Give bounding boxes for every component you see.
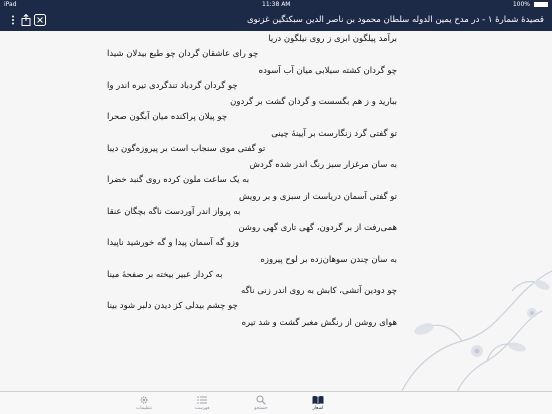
- verse[interactable]: هوای روشن از رنگش مغبر گشت و شد تیره: [97, 315, 397, 347]
- first-hemistich: ببارید و ز هم بگسست و گردان گشت بر گردون: [230, 97, 397, 107]
- tab-label: فهرست: [194, 405, 210, 411]
- gear-icon: [140, 396, 148, 403]
- close-icon: [34, 14, 46, 26]
- second-hemistich: به پرواز اندر آوردست ناگه بچگان عنقا: [107, 206, 241, 217]
- second-hemistich: چو چشم بیدلی کز دیدن دلبر شود بینا: [107, 301, 238, 311]
- carrier-label: iPad: [4, 1, 17, 8]
- status-bar: iPad 11:38 AM 100%: [0, 0, 552, 9]
- tab-label: تنظیمات: [136, 405, 152, 411]
- verse[interactable]: همی‌رفت از بر گردون، گهی تاری گهی روشن وز…: [97, 220, 397, 252]
- first-hemistich: تو گفتی گرد زنگارست بر آیینهٔ چینی: [271, 128, 397, 139]
- tab-settings[interactable]: تنظیمات: [124, 392, 164, 414]
- tab-label: جستجو: [254, 405, 268, 411]
- share-button[interactable]: [19, 13, 33, 27]
- time-label: 11:38 AM: [262, 1, 291, 8]
- verse[interactable]: به سان مرغزار سبز رنگ اندر شده گردش به یک…: [97, 157, 397, 189]
- battery-label: 100%: [512, 1, 530, 8]
- tab-label: اشعار: [312, 405, 324, 411]
- verse[interactable]: تو گفتی آسمان دریاست از سبزی و بر رویش به…: [97, 189, 397, 221]
- verse[interactable]: برآمد پیلگون ابری ز روی نیلگون دریا چو را…: [97, 31, 397, 63]
- first-hemistich: همی‌رفت از بر گردون، گهی تاری گهی روشن: [238, 223, 397, 233]
- verse[interactable]: تو گفتی گرد زنگارست بر آیینهٔ چینی تو گفت…: [97, 126, 397, 158]
- close-button[interactable]: [33, 13, 47, 27]
- first-hemistich: به سان چندن سوهان‌زده بر لوح پیروزه: [260, 254, 397, 265]
- first-hemistich: چو دودین آتشی، کابش به روی اندر زنی ناگه: [241, 286, 397, 296]
- tab-index[interactable]: فهرست: [182, 392, 222, 414]
- second-hemistich: وزو گه آسمان پیدا و گه خورشید ناپیدا: [107, 238, 240, 248]
- tab-bar: اشعار جستجو فهرست تنظیمات: [0, 391, 552, 414]
- poem-verse-list: برآمد پیلگون ابری ز روی نیلگون دریا چو را…: [97, 31, 397, 346]
- first-hemistich: به سان مرغزار سبز رنگ اندر شده گردش: [249, 160, 397, 170]
- second-hemistich: چو گردان گردباد تندگردی تیره اندر وا: [107, 80, 238, 91]
- second-hemistich: به کردار عبیر بیخته بر صفحهٔ مینا: [107, 269, 223, 280]
- navigation-bar: قصیدهٔ شمارهٔ ۱ - در مدح یمین الدوله سلط…: [0, 9, 552, 31]
- second-hemistich: چو پیلان پراکنده میان آبگون صحرا: [107, 112, 228, 122]
- more-button[interactable]: [6, 13, 20, 27]
- tab-poems[interactable]: اشعار: [298, 392, 338, 414]
- first-hemistich: برآمد پیلگون ابری ز روی نیلگون دریا: [268, 34, 397, 44]
- floral-decoration: [401, 270, 552, 392]
- more-icon: [12, 15, 14, 25]
- verse[interactable]: چو گردان کشته سیلابی میان آب آسوده چو گرد…: [97, 63, 397, 95]
- first-hemistich: چو گردان کشته سیلابی میان آب آسوده: [258, 65, 397, 76]
- second-hemistich: تو گفتی موی سنجاب است بر پیروزه‌گون دیبا: [107, 143, 266, 154]
- search-icon: [256, 394, 266, 405]
- first-hemistich: تو گفتی آسمان دریاست از سبزی و بر رویش: [239, 191, 397, 202]
- battery-icon: [534, 2, 548, 7]
- poem-content[interactable]: برآمد پیلگون ابری ز روی نیلگون دریا چو را…: [0, 31, 552, 392]
- verse[interactable]: به سان چندن سوهان‌زده بر لوح پیروزه به کر…: [97, 252, 397, 284]
- second-hemistich: چو رای عاشقان گردان چو طبع بیدلان شیدا: [107, 49, 259, 59]
- book-icon: [312, 395, 324, 404]
- second-hemistich: به یک ساعت ملون کرده روی گنبد خضرا: [107, 175, 250, 185]
- tab-search[interactable]: جستجو: [241, 392, 281, 414]
- poem-title: قصیدهٔ شمارهٔ ۱ - در مدح یمین الدوله سلط…: [247, 15, 544, 25]
- verse[interactable]: ببارید و ز هم بگسست و گردان گشت بر گردون…: [97, 94, 397, 126]
- verse[interactable]: چو دودین آتشی، کابش به روی اندر زنی ناگه…: [97, 283, 397, 315]
- first-hemistich: هوای روشن از رنگش مغبر گشت و شد تیره: [241, 317, 397, 328]
- share-icon: [21, 14, 31, 26]
- list-icon: [197, 395, 207, 404]
